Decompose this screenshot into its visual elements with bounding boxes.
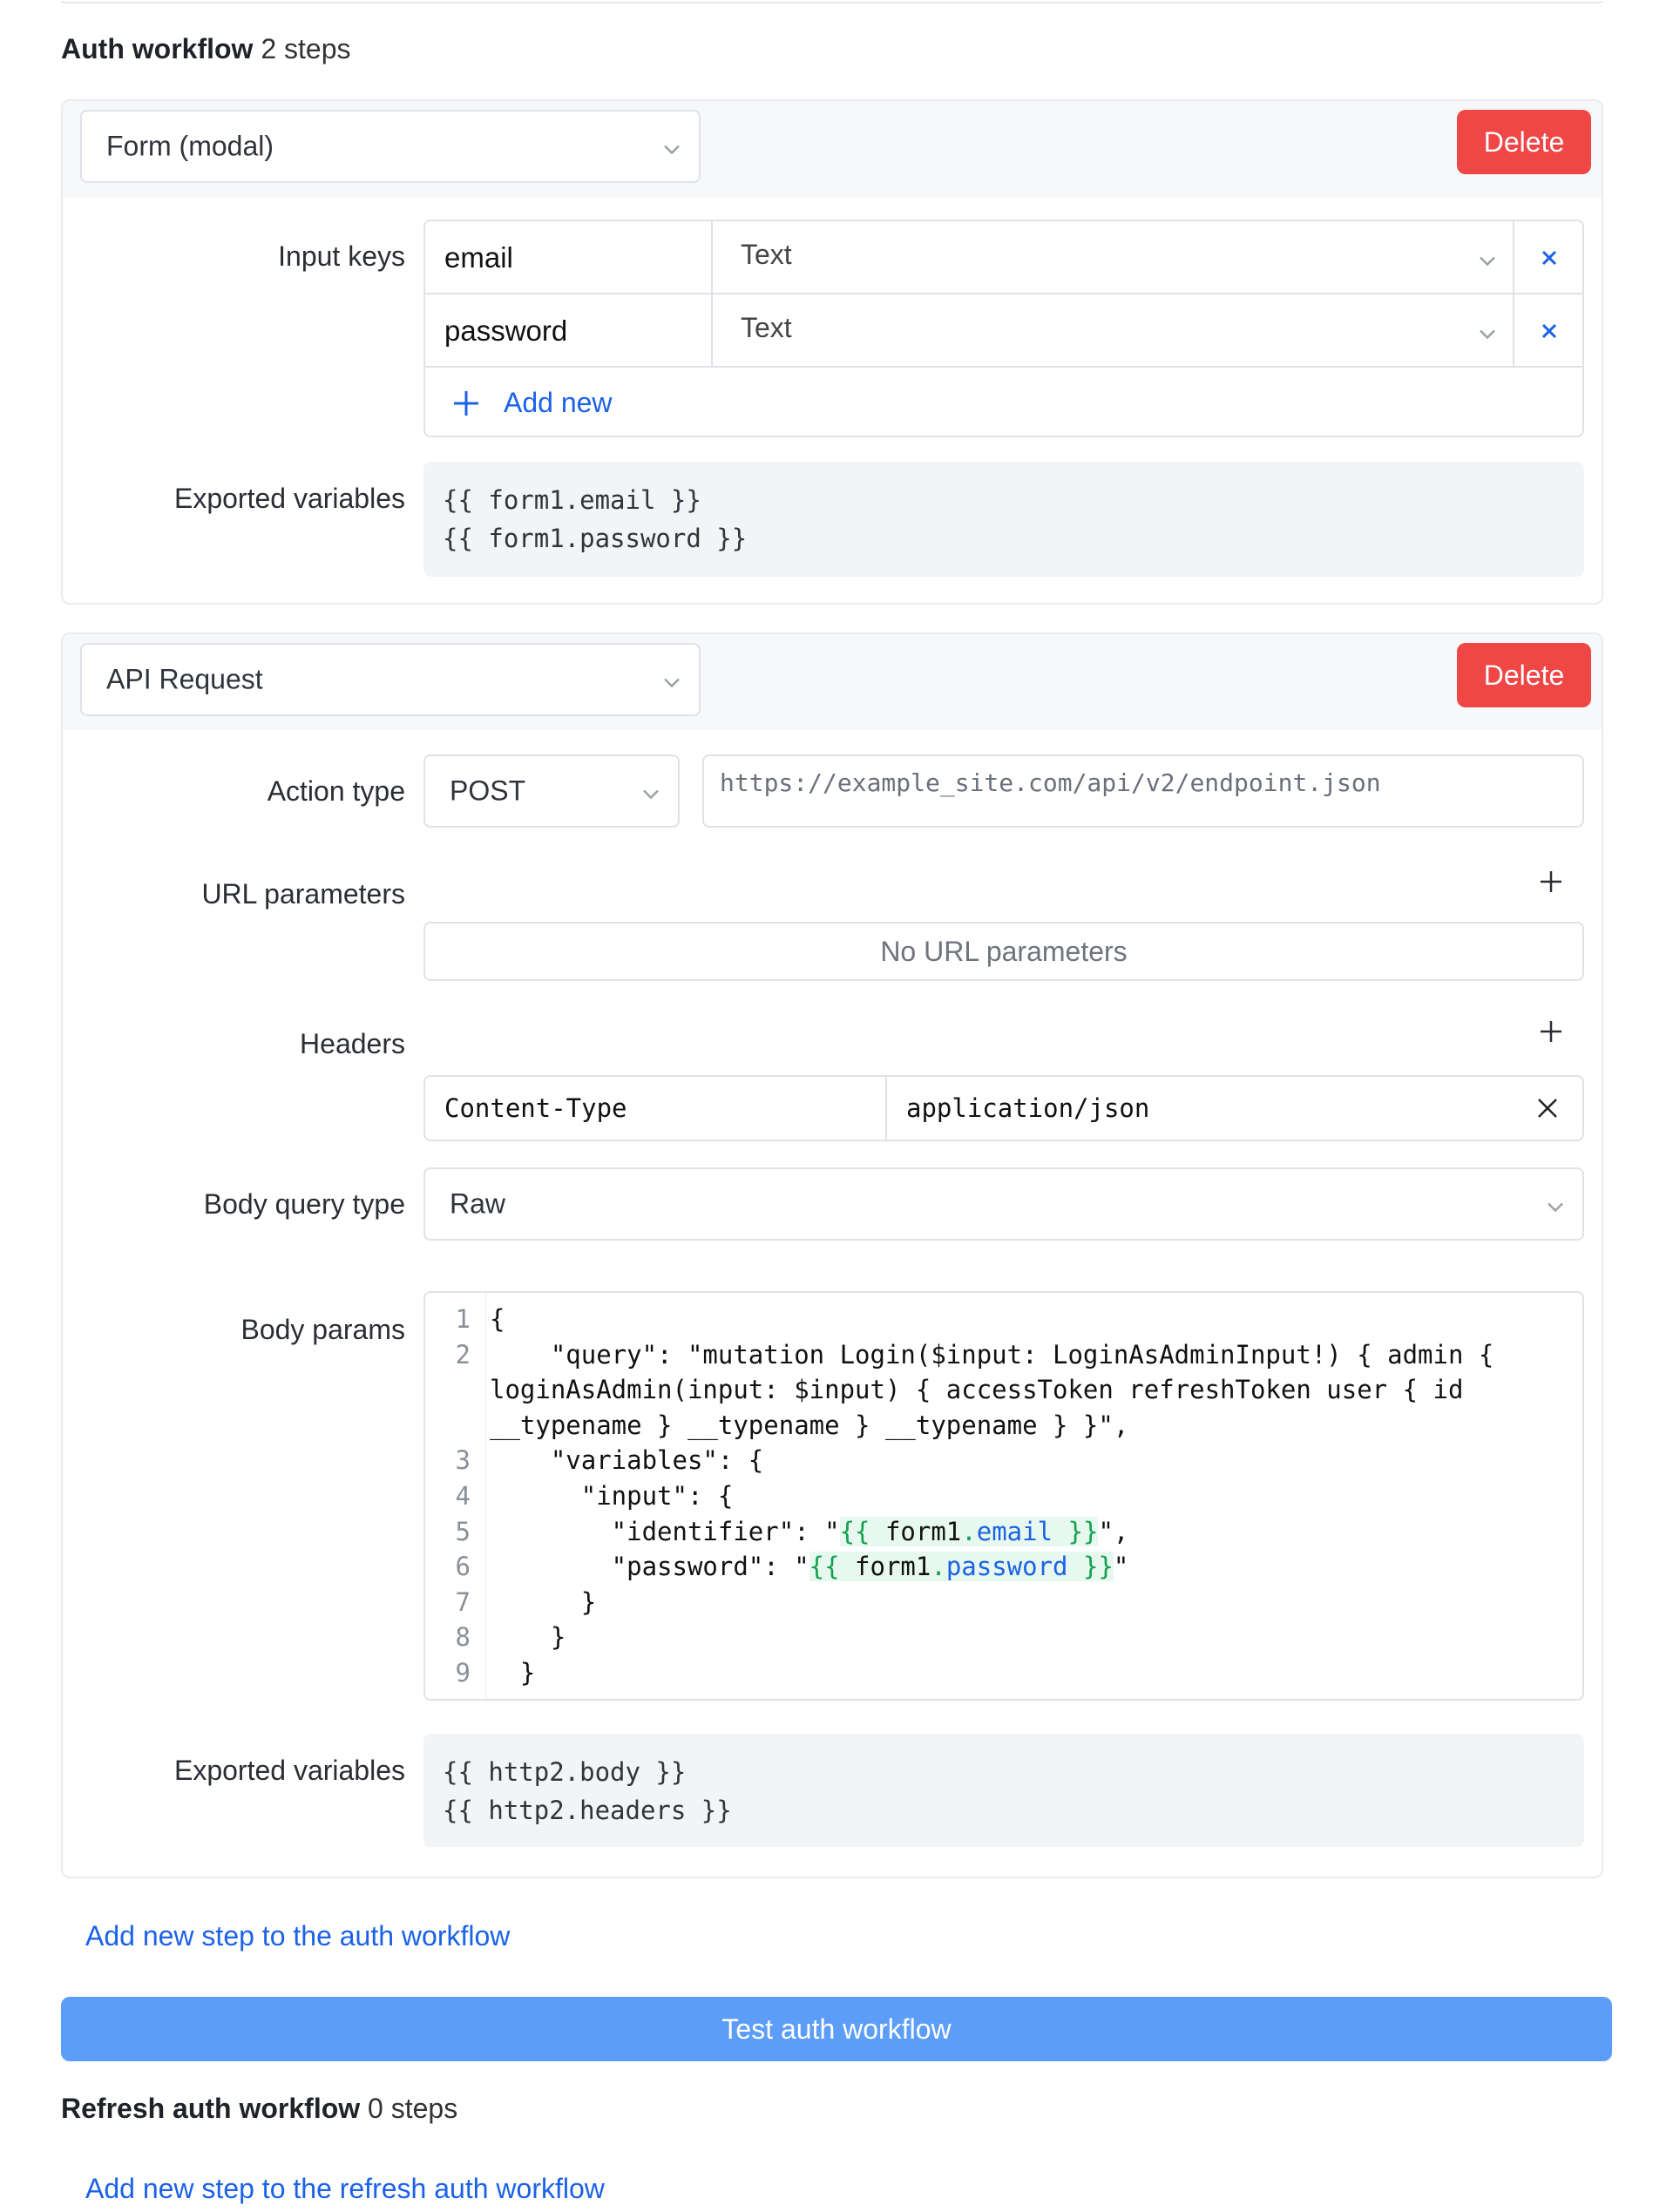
code-text: loginAsAdmin(input: $input) { accessToke… [490, 1372, 1463, 1408]
code-text: "input": { [490, 1478, 733, 1514]
previous-panel-edge [61, 0, 1603, 3]
template-variable: {{ form1.password }} [809, 1552, 1114, 1581]
step-type-select[interactable]: Form (modal) [80, 110, 701, 183]
exported-variables-label: Exported variables [174, 483, 405, 515]
input-key-type-value: Text [741, 239, 792, 270]
header-row: Content-Type application/json [423, 1075, 1584, 1141]
body-query-type-label: Body query type [204, 1188, 405, 1221]
delete-step-button[interactable]: Delete [1457, 110, 1591, 174]
body-query-type-select[interactable]: Raw [423, 1167, 1584, 1241]
add-auth-step-link[interactable]: Add new step to the auth workflow [85, 1920, 510, 1952]
auth-workflow-heading: Auth workflow [61, 33, 253, 64]
plus-icon[interactable] [1539, 869, 1563, 898]
chevron-down-icon [1478, 315, 1497, 348]
step-type-select[interactable]: API Request [80, 643, 701, 716]
line-number: 1 [425, 1302, 471, 1337]
refresh-workflow-heading: Refresh auth workflow [61, 2093, 360, 2124]
exported-variables-box: {{ form1.email }} {{ form1.password }} [423, 462, 1584, 577]
code-text: { [490, 1302, 505, 1337]
url-input[interactable]: https://example_site.com/api/v2/endpoint… [702, 754, 1584, 828]
chevron-down-icon [641, 775, 660, 808]
step-type-value: API Request [106, 664, 263, 696]
line-number: 8 [425, 1620, 471, 1655]
input-key-type-value: Text [741, 312, 792, 343]
chevron-down-icon [662, 664, 681, 696]
exported-variable: {{ http2.body }} [443, 1753, 1565, 1791]
line-number: 4 [425, 1478, 471, 1514]
code-line: 4 "input": { [425, 1478, 1582, 1514]
line-number: 9 [425, 1655, 471, 1691]
input-key-type-select[interactable]: Text [713, 221, 1514, 294]
delete-step-button[interactable]: Delete [1457, 643, 1591, 707]
close-icon[interactable] [1516, 221, 1582, 294]
code-line: 6 "password": "{{ form1.password }}" [425, 1549, 1582, 1585]
close-icon[interactable] [1516, 294, 1582, 368]
line-number: 2 [425, 1337, 471, 1373]
exported-variables-label: Exported variables [174, 1755, 405, 1787]
code-text: __typename } __typename } __typename } }… [490, 1408, 1128, 1444]
input-key-row: email Text [425, 221, 1582, 294]
exported-variables-box: {{ http2.body }} {{ http2.headers }} [423, 1734, 1584, 1847]
code-line: 3 "variables": { [425, 1443, 1582, 1478]
code-line: loginAsAdmin(input: $input) { accessToke… [425, 1372, 1582, 1408]
code-text: } [490, 1655, 535, 1691]
http-method-value: POST [450, 775, 525, 808]
chevron-down-icon [1546, 1188, 1565, 1221]
code-text: "query": "mutation Login($input: LoginAs… [490, 1337, 1494, 1373]
url-placeholder: https://example_site.com/api/v2/endpoint… [720, 768, 1381, 797]
auth-workflow-step-count: 2 steps [261, 33, 350, 64]
chevron-down-icon [662, 131, 681, 163]
code-line: 7 } [425, 1585, 1582, 1620]
action-type-label: Action type [268, 775, 405, 808]
auth-workflow-title: Auth workflow 2 steps [61, 33, 350, 65]
chevron-down-icon [1478, 242, 1497, 274]
body-params-label: Body params [240, 1314, 405, 1346]
input-key-type-select[interactable]: Text [713, 294, 1514, 368]
code-text: } [490, 1585, 596, 1620]
header-value-input[interactable]: application/json [887, 1077, 1513, 1140]
add-new-label: Add new [504, 387, 613, 419]
refresh-workflow-title: Refresh auth workflow 0 steps [61, 2093, 457, 2125]
code-text: "identifier": "{{ form1.email }}", [490, 1514, 1128, 1550]
input-key-name[interactable]: password [425, 294, 713, 368]
line-number: 3 [425, 1443, 471, 1478]
code-text: } [490, 1620, 566, 1655]
code-line: 2 "query": "mutation Login($input: Login… [425, 1337, 1582, 1373]
exported-variable: {{ form1.email }} [443, 481, 1565, 519]
exported-variable: {{ form1.password }} [443, 519, 1565, 558]
body-query-type-value: Raw [450, 1188, 505, 1221]
url-parameters-label: URL parameters [201, 878, 405, 910]
add-refresh-step-link[interactable]: Add new step to the refresh auth workflo… [85, 2173, 605, 2205]
headers-label: Headers [300, 1028, 405, 1060]
line-number: 7 [425, 1585, 471, 1620]
input-keys-table: email Text password Text Add new [423, 220, 1584, 437]
exported-variable: {{ http2.headers }} [443, 1791, 1565, 1830]
plus-icon [451, 389, 481, 418]
header-key-input[interactable]: Content-Type [425, 1077, 887, 1140]
input-keys-label: Input keys [278, 240, 405, 273]
http-method-select[interactable]: POST [423, 754, 680, 828]
url-parameters-empty: No URL parameters [423, 922, 1584, 981]
plus-icon[interactable] [1539, 1019, 1563, 1048]
line-number: 6 [425, 1549, 471, 1585]
body-params-editor[interactable]: 1{2 "query": "mutation Login($input: Log… [423, 1291, 1584, 1701]
code-text: "password": "{{ form1.password }}" [490, 1549, 1128, 1585]
code-line: 5 "identifier": "{{ form1.email }}", [425, 1514, 1582, 1550]
close-icon[interactable] [1513, 1077, 1582, 1140]
line-number: 5 [425, 1514, 471, 1550]
step-type-value: Form (modal) [106, 131, 274, 163]
code-text: "variables": { [490, 1443, 763, 1478]
code-line: 9 } [425, 1655, 1582, 1691]
add-new-input-button[interactable]: Add new [451, 387, 613, 419]
code-line: 1{ [425, 1302, 1582, 1337]
input-key-row: password Text [425, 294, 1582, 368]
test-auth-workflow-button[interactable]: Test auth workflow [61, 1997, 1612, 2061]
code-line: 8 } [425, 1620, 1582, 1655]
input-key-name[interactable]: email [425, 221, 713, 294]
refresh-workflow-step-count: 0 steps [368, 2093, 457, 2124]
code-line: __typename } __typename } __typename } }… [425, 1408, 1582, 1444]
template-variable: {{ form1.email }} [840, 1517, 1099, 1546]
